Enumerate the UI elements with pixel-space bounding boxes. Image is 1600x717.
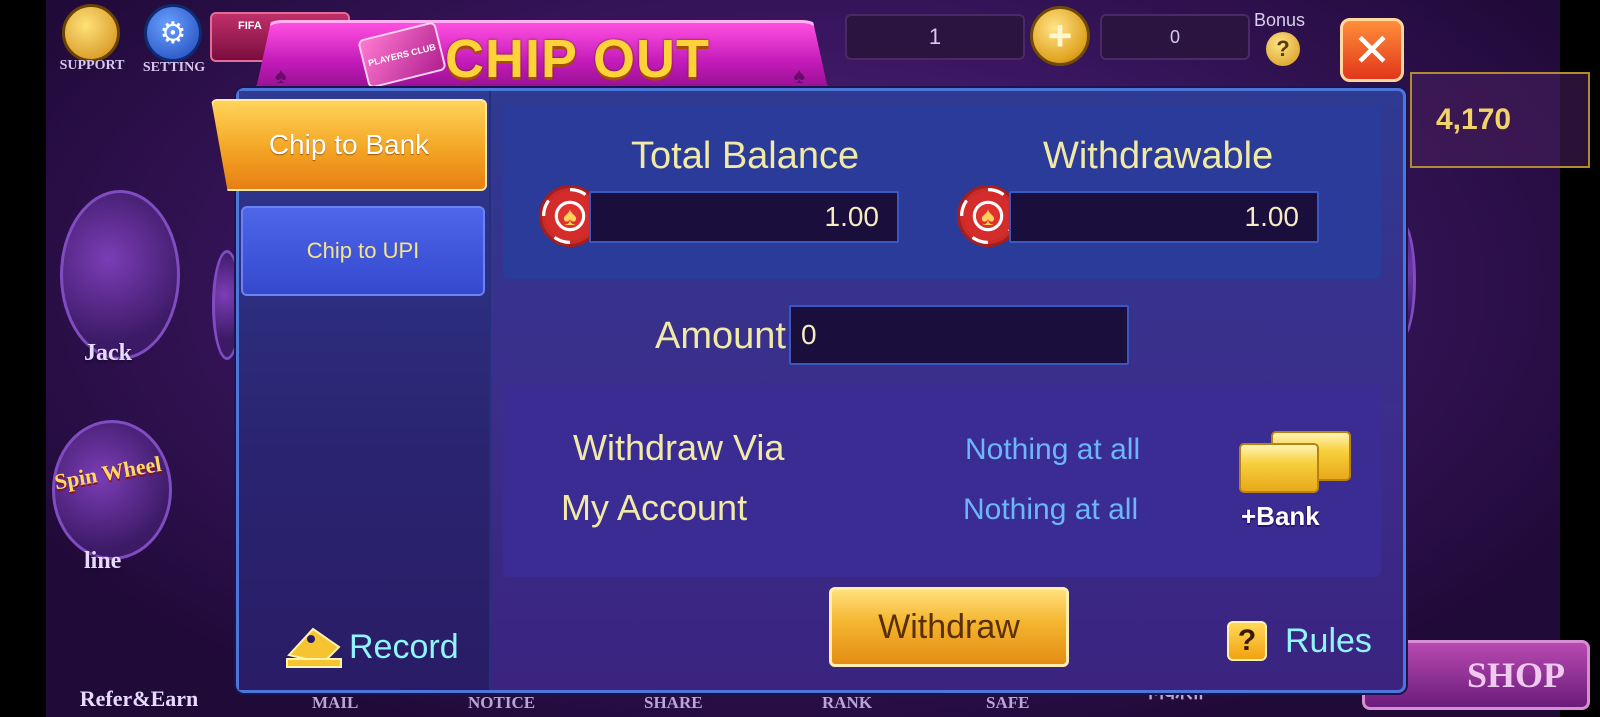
bonus-value: 0 [1169, 26, 1180, 47]
withdraw-via-label: Withdraw Via [573, 427, 785, 468]
tab-chip-to-upi-label: Chip to UPI [306, 238, 420, 263]
shop-label: SHOP [1466, 655, 1565, 695]
total-balance-label: Total Balance [631, 135, 860, 177]
add-bank-label: +Bank [1241, 501, 1320, 531]
title-card-text: PLAYERS CLUB [367, 41, 437, 69]
side-balance-box: 4,170 [1410, 72, 1590, 168]
rules-button[interactable]: ? Rules [1227, 621, 1372, 661]
bonus-field: 0 [1100, 14, 1250, 60]
record-button[interactable]: Record [283, 625, 459, 669]
tab-column: Chip to Bank Chip to UPI Record [211, 91, 491, 690]
nav-rank[interactable]: RANK [822, 693, 872, 713]
bank-card-icon [1239, 443, 1319, 493]
refer-earn-label[interactable]: Refer&Earn [54, 686, 224, 712]
amount-input[interactable] [789, 305, 1129, 365]
bonus-label: Bonus [1254, 10, 1306, 30]
screen-edge-left [0, 0, 46, 717]
close-button[interactable]: ✕ [1340, 18, 1404, 82]
game-label-jack: Jack [84, 340, 132, 366]
bonus-help-icon[interactable]: ? [1266, 32, 1300, 66]
my-account-label: My Account [561, 487, 748, 528]
withdraw-via-panel: Withdraw Via Nothing at all My Account N… [503, 383, 1381, 577]
modal-title: CHIP OUT [445, 29, 711, 89]
balance-panel: Total Balance 1.00 Withdrawable 1.00 [503, 105, 1381, 279]
setting-label: SETTING [142, 60, 206, 75]
tab-chip-to-upi[interactable]: Chip to UPI [241, 206, 485, 296]
withdraw-button[interactable]: Withdraw [829, 587, 1069, 667]
side-balance-value: 4,170 [1436, 103, 1512, 136]
tab-chip-to-bank[interactable]: Chip to Bank [211, 99, 487, 191]
rules-label: Rules [1285, 621, 1372, 660]
chip-out-dialog: Chip to Bank Chip to UPI Record Total Ba… [211, 88, 1406, 693]
spade-icon-left: ♠ [275, 63, 287, 88]
withdrawable-label: Withdrawable [1043, 135, 1274, 177]
nav-safe[interactable]: SAFE [986, 693, 1029, 713]
nav-mail[interactable]: MAIL [312, 693, 358, 713]
spade-icon-right: ♠ [793, 63, 805, 88]
amount-label: Amount [655, 315, 786, 357]
withdraw-button-label: Withdraw [878, 607, 1020, 646]
help-icon: ? [1227, 621, 1267, 661]
support-icon[interactable] [62, 4, 120, 62]
plus-icon[interactable]: + [1030, 6, 1090, 66]
total-balance-field: 1.00 [589, 191, 899, 243]
withdrawable-value: 1.00 [1244, 201, 1300, 232]
total-balance-value: 1.00 [824, 201, 880, 232]
chip-count: 1 [928, 24, 942, 49]
tab-chip-to-bank-label: Chip to Bank [268, 129, 430, 160]
my-account-value: Nothing at all [963, 493, 1139, 526]
chip-count-field: 1 [845, 14, 1025, 60]
setting-icon[interactable]: ⚙ [144, 4, 202, 62]
game-tile-jack[interactable] [60, 190, 180, 360]
fifa-label: FIFA [238, 20, 262, 32]
ticket-icon [283, 625, 345, 669]
support-label: SUPPORT [59, 58, 125, 73]
withdraw-via-value: Nothing at all [965, 433, 1141, 466]
add-bank-button[interactable]: +Bank [1235, 427, 1355, 537]
nav-share[interactable]: SHARE [644, 693, 703, 713]
record-label: Record [349, 627, 459, 666]
close-icon: ✕ [1352, 24, 1392, 76]
withdrawable-field: 1.00 [1009, 191, 1319, 243]
nav-notice[interactable]: NOTICE [468, 693, 535, 713]
game-label-line: line [84, 548, 122, 574]
